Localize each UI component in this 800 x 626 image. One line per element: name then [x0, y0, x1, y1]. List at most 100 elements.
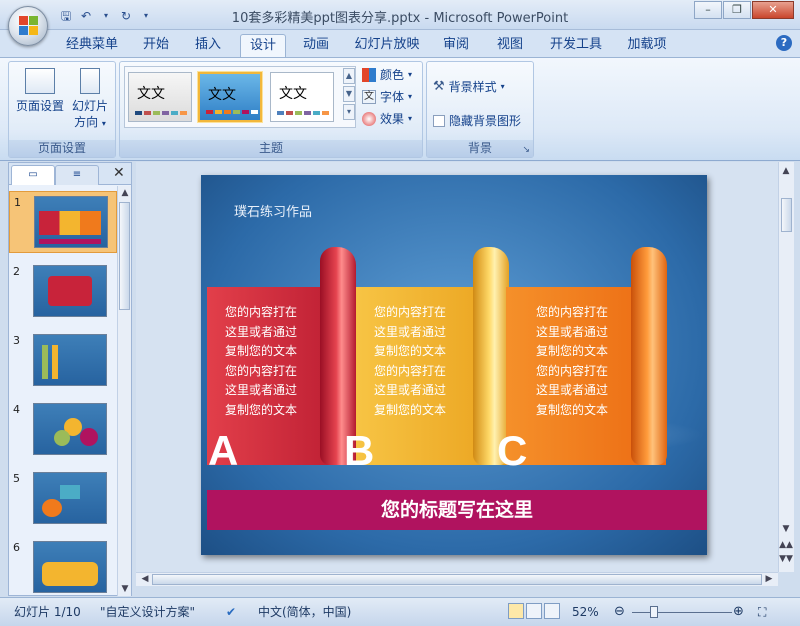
close-pane-icon[interactable]: ✕: [113, 165, 125, 181]
window-controls: – ❐ ✕: [693, 1, 794, 19]
slideshow-view-icon[interactable]: [544, 603, 560, 619]
scroll-roll-orange: [631, 247, 667, 465]
theme-thumb-3[interactable]: 文文: [270, 72, 334, 122]
themes-group-label: 主题: [120, 140, 422, 157]
slide-number: 6: [13, 541, 20, 554]
orientation-label-line1: 幻灯片: [71, 99, 108, 113]
hide-background-label: 隐藏背景图形: [449, 114, 522, 128]
panel-orange-text: 您的内容打在 这里或者通过 复制您的文本 您的内容打在 这里或者通过 复制您的文…: [536, 305, 609, 417]
hide-background-checkbox[interactable]: 隐藏背景图形: [433, 112, 521, 129]
slide-orientation-button[interactable]: 幻灯片 方向 ▾: [67, 68, 113, 132]
close-button[interactable]: ✕: [752, 1, 794, 19]
fit-to-window-icon[interactable]: ⛶: [758, 603, 766, 621]
slide-sorter-icon[interactable]: [526, 603, 542, 619]
view-buttons: [508, 603, 560, 619]
slide-canvas[interactable]: 璞石练习作品 您的内容打在 这里或者通过 复制您的文本 您的内容打在 这里或者通…: [201, 175, 707, 555]
slide-thumbnail: [33, 265, 107, 317]
zoom-out-icon[interactable]: ⊖: [614, 603, 625, 621]
theme-sample-text: 文文: [279, 86, 307, 102]
slide-number: 5: [13, 472, 20, 485]
scroll-thumb[interactable]: [781, 198, 792, 232]
theme-sample-text: 文文: [137, 86, 165, 102]
theme-thumb-1[interactable]: 文文: [128, 72, 192, 122]
tab-slideshow[interactable]: 幻灯片放映: [350, 34, 424, 58]
page-setup-button[interactable]: 页面设置: [13, 68, 67, 114]
ribbon-tabs: 经典菜单 开始 插入 设计 动画 幻灯片放映 审阅 视图 开发工具 加载项 ?: [0, 30, 800, 58]
scroll-right-icon[interactable]: ▶: [762, 574, 776, 584]
theme-fonts-button[interactable]: 文 字体 ▾: [362, 88, 412, 105]
slide-thumbnail: [33, 403, 107, 455]
language-indicator[interactable]: 中文(简体，中国): [258, 603, 351, 621]
slide-thumb-5[interactable]: 5: [9, 468, 117, 530]
window-title: 10套多彩精美ppt图表分享.pptx - Microsoft PowerPoi…: [231, 11, 569, 26]
next-slide-icon[interactable]: ▼▼: [779, 554, 793, 564]
gallery-scroll-up-icon[interactable]: ▲: [343, 68, 355, 84]
zoom-slider-thumb[interactable]: [650, 606, 658, 618]
tab-insert[interactable]: 插入: [188, 34, 228, 58]
chevron-down-icon: ▾: [500, 82, 505, 91]
scroll-down-icon[interactable]: ▼: [779, 524, 793, 534]
slide-title[interactable]: 您的标题写在这里: [207, 490, 707, 530]
panel-red-text: 您的内容打在 这里或者通过 复制您的文本 您的内容打在 这里或者通过 复制您的文…: [225, 305, 298, 417]
help-icon[interactable]: ?: [776, 35, 792, 51]
background-styles-button[interactable]: ⚒ 背景样式 ▾: [433, 78, 505, 95]
tab-classic-menu[interactable]: 经典菜单: [60, 34, 124, 58]
chevron-down-icon: ▾: [408, 70, 413, 79]
tab-home[interactable]: 开始: [136, 34, 176, 58]
fonts-label: 字体: [380, 90, 405, 104]
gallery-scroll-down-icon[interactable]: ▼: [343, 86, 355, 102]
chevron-down-icon: ▾: [408, 92, 413, 101]
scroll-up-icon[interactable]: ▲: [779, 166, 793, 176]
theme-effects-button[interactable]: 效果 ▾: [362, 110, 412, 127]
tab-review[interactable]: 审阅: [436, 34, 476, 58]
previous-slide-icon[interactable]: ▲▲: [779, 540, 793, 550]
scroll-left-icon[interactable]: ◀: [138, 574, 152, 584]
theme-thumb-2[interactable]: 文文: [198, 72, 262, 122]
gallery-more-icon[interactable]: ▾: [343, 104, 355, 120]
zoom-slider[interactable]: [632, 612, 732, 613]
minimize-button[interactable]: –: [694, 1, 722, 19]
effects-label: 效果: [380, 112, 405, 126]
group-background: ⚒ 背景样式 ▾ 隐藏背景图形 背景 ↘: [426, 61, 534, 158]
orientation-label-line2: 方向: [74, 115, 99, 129]
tab-slides[interactable]: ▭: [11, 165, 55, 185]
vertical-scrollbar[interactable]: ▲ ▼ ▲▲ ▼▼: [778, 162, 794, 572]
slide-thumb-4[interactable]: 4: [9, 399, 117, 461]
slide-thumbnail: [33, 541, 107, 593]
slide-thumb-6[interactable]: 6: [9, 537, 117, 599]
scroll-thumb[interactable]: [152, 574, 762, 585]
zoom-level[interactable]: 52%: [572, 603, 599, 621]
slide-author-text: 璞石练习作品: [234, 205, 313, 220]
checkbox-icon: [433, 114, 445, 127]
group-themes: 文文 文文 文文 ▲ ▼ ▾ 颜色 ▾ 文 字体 ▾ 效果 ▾ 主题: [119, 61, 423, 158]
tab-animations[interactable]: 动画: [296, 34, 336, 58]
slide-number: 1: [14, 196, 21, 209]
pane-scrollbar[interactable]: ▲ ▼: [117, 186, 131, 596]
tab-design[interactable]: 设计: [240, 34, 286, 58]
theme-color-bars: [206, 110, 258, 114]
scroll-down-icon[interactable]: ▼: [118, 584, 132, 594]
colors-icon: [362, 67, 376, 82]
tab-outline[interactable]: ≡: [55, 165, 99, 185]
scroll-up-icon[interactable]: ▲: [118, 188, 132, 198]
theme-name[interactable]: "自定义设计方案": [100, 603, 195, 621]
tab-addins[interactable]: 加载项: [620, 34, 674, 58]
tab-view[interactable]: 视图: [490, 34, 530, 58]
slide-thumb-3[interactable]: 3: [9, 330, 117, 392]
slides-tab-icon: ▭: [28, 169, 38, 180]
theme-colors-button[interactable]: 颜色 ▾: [362, 66, 412, 83]
spellcheck-icon[interactable]: ✔: [226, 603, 236, 621]
tab-developer[interactable]: 开发工具: [544, 34, 608, 58]
dialog-launcher-icon[interactable]: ↘: [522, 145, 530, 155]
normal-view-icon[interactable]: [508, 603, 524, 619]
scroll-thumb[interactable]: [119, 202, 130, 310]
maximize-button[interactable]: ❐: [723, 1, 751, 19]
slide-thumb-1[interactable]: 1: [9, 191, 117, 253]
chevron-down-icon: ▾: [408, 114, 413, 123]
zoom-in-icon[interactable]: ⊕: [733, 603, 744, 621]
horizontal-scrollbar[interactable]: ◀ ▶: [136, 572, 778, 586]
slide-thumb-2[interactable]: 2: [9, 261, 117, 323]
paint-bucket-icon: ⚒: [433, 79, 445, 94]
theme-sample-text: 文文: [208, 87, 236, 103]
office-button[interactable]: [8, 6, 48, 46]
